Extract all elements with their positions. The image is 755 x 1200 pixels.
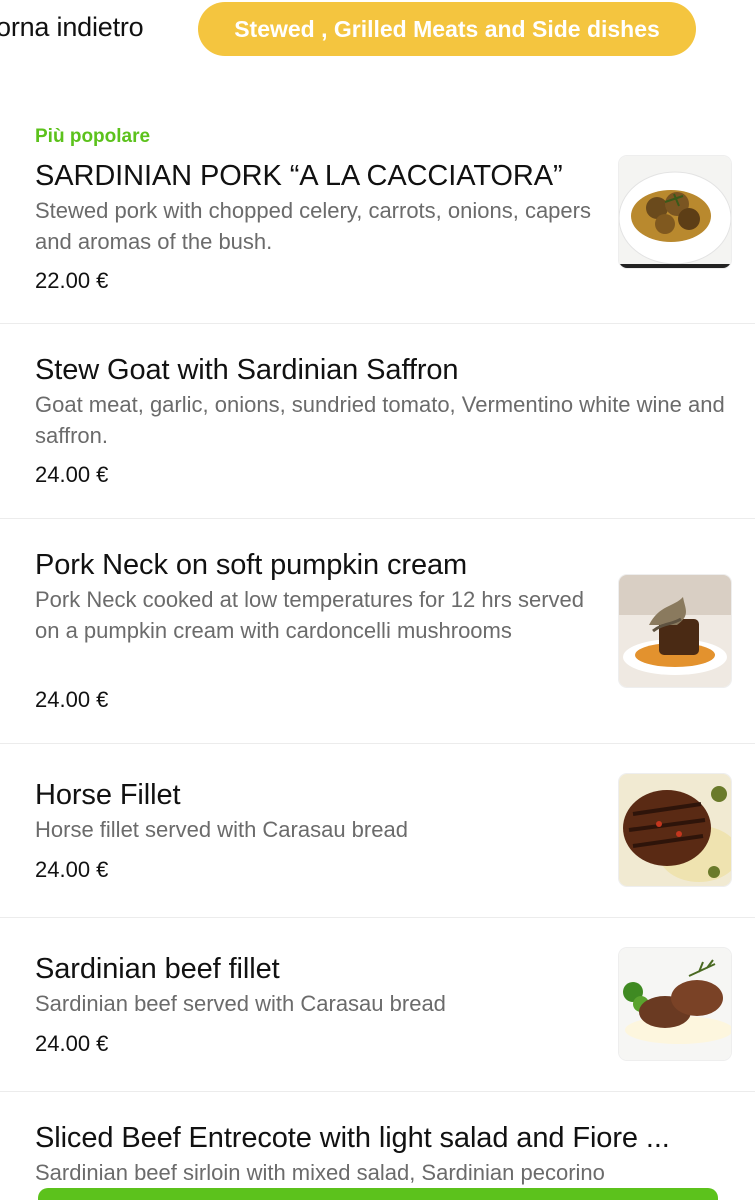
popular-badge: Più popolare xyxy=(35,126,151,147)
dish-name: Sardinian beef fillet xyxy=(35,953,280,985)
menu-item[interactable]: Stew Goat with Sardinian Saffron Goat me… xyxy=(0,324,755,519)
dish-price: 22.00 € xyxy=(35,268,109,293)
back-link[interactable]: orna indietro xyxy=(0,12,144,43)
menu-item[interactable]: Pork Neck on soft pumpkin cream Pork Nec… xyxy=(0,519,755,744)
dish-description: Pork Neck cooked at low temperatures for… xyxy=(35,587,585,643)
category-tab-active[interactable]: Stewed , Grilled Meats and Side dishes xyxy=(198,2,696,56)
dish-name: SARDINIAN PORK “A LA CACCIATORA” xyxy=(35,160,563,192)
dish-description: Goat meat, garlic, onions, sundried toma… xyxy=(35,392,725,448)
dish-description: Sardinian beef sirloin with mixed salad,… xyxy=(35,1160,605,1185)
dish-photo xyxy=(619,774,731,886)
menu-item[interactable]: Sardinian beef fillet Sardinian beef ser… xyxy=(0,918,755,1092)
dish-photo xyxy=(619,575,731,687)
dish-photo xyxy=(619,948,731,1060)
dish-name: Horse Fillet xyxy=(35,779,181,811)
dish-description: Horse fillet served with Carasau bread xyxy=(35,817,408,842)
menu-item[interactable]: Sliced Beef Entrecote with light salad a… xyxy=(0,1092,755,1200)
top-bar: orna indietro Stewed , Grilled Meats and… xyxy=(0,0,755,60)
menu-item[interactable]: Horse Fillet Horse fillet served with Ca… xyxy=(0,744,755,918)
menu-item[interactable]: Più popolare SARDINIAN PORK “A LA CACCIA… xyxy=(0,100,755,324)
dish-price: 24.00 € xyxy=(35,687,109,712)
dish-name: Stew Goat with Sardinian Saffron xyxy=(35,354,459,386)
dish-price: 24.00 € xyxy=(35,1031,109,1056)
cart-bar[interactable] xyxy=(38,1188,718,1200)
dish-description: Stewed pork with chopped celery, carrots… xyxy=(35,198,591,254)
dish-price: 24.00 € xyxy=(35,462,109,487)
dish-description: Sardinian beef served with Carasau bread xyxy=(35,991,446,1016)
dish-photo xyxy=(619,156,731,268)
dish-name: Pork Neck on soft pumpkin cream xyxy=(35,549,468,581)
dish-name: Sliced Beef Entrecote with light salad a… xyxy=(35,1122,670,1154)
dish-price: 24.00 € xyxy=(35,857,109,882)
